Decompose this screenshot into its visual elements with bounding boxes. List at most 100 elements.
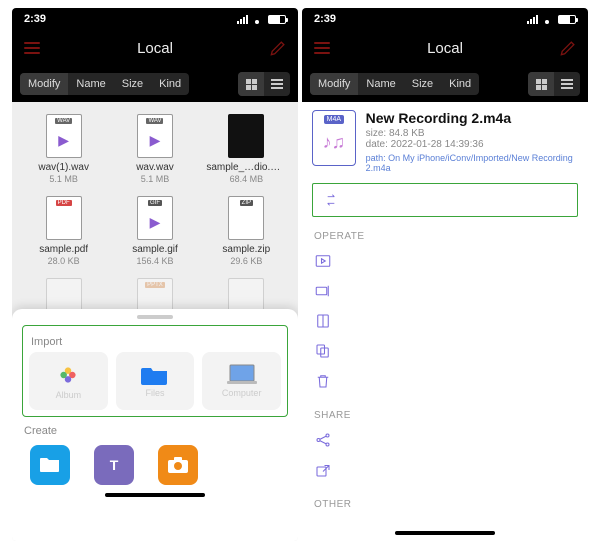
- file-size: size: 84.8 KB: [366, 128, 578, 139]
- file-meta: New Recording 2.m4a size: 84.8 KB date: …: [366, 110, 578, 173]
- list-icon: [271, 79, 283, 89]
- list-icon: [561, 79, 573, 89]
- import-files-label: Files: [146, 388, 165, 398]
- svg-text:T: T: [110, 457, 119, 473]
- wifi-icon: [252, 14, 264, 24]
- share-icon: [314, 431, 332, 449]
- create-camera-button[interactable]: [158, 445, 198, 485]
- bottom-sheet: Import Album Files: [12, 309, 298, 541]
- status-indicators: [527, 14, 576, 24]
- operate-play[interactable]: [312, 246, 578, 276]
- sort-tab-modify[interactable]: Modify: [20, 73, 68, 95]
- file-type-tag: PPTX: [145, 282, 165, 288]
- folder-icon: [141, 364, 169, 386]
- sort-tab-size[interactable]: Size: [404, 73, 441, 95]
- text-icon: T: [104, 455, 124, 475]
- file-size: 68.4 MB: [230, 174, 264, 184]
- file-thumbnail: WAV ▶: [137, 114, 173, 158]
- share-list: [312, 425, 578, 485]
- pencil-icon: [558, 38, 578, 58]
- import-section: Import Album Files: [22, 325, 288, 417]
- operate-copy[interactable]: [312, 336, 578, 366]
- file-item[interactable]: GIF▶sample.gif156.4 KB: [111, 192, 198, 270]
- file-name: sample.pdf: [39, 244, 88, 255]
- grid-view-button[interactable]: [238, 72, 264, 96]
- file-item[interactable]: PDF sample.pdf28.0 KB: [20, 192, 107, 270]
- edit-button[interactable]: [558, 38, 578, 58]
- share-action[interactable]: [312, 425, 578, 455]
- file-name: New Recording 2.m4a: [366, 110, 578, 126]
- import-files-button[interactable]: Files: [116, 352, 195, 410]
- edit-button[interactable]: [268, 38, 288, 58]
- file-name: sample.gif: [132, 244, 178, 255]
- wifi-icon: [542, 14, 554, 24]
- hamburger-icon: [314, 42, 330, 54]
- list-view-button[interactable]: [264, 72, 290, 96]
- operate-rename[interactable]: [312, 276, 578, 306]
- sort-tab-size[interactable]: Size: [114, 73, 151, 95]
- file-size: 29.6 KB: [230, 256, 262, 266]
- file-path: path: On My iPhone/iConv/Imported/New Re…: [366, 153, 578, 173]
- page-title: Local: [137, 40, 173, 57]
- create-text-button[interactable]: T: [94, 445, 134, 485]
- file-thumbnail: ZIP: [228, 196, 264, 240]
- menu-button[interactable]: [312, 38, 332, 58]
- trash-icon: [314, 372, 332, 390]
- export-icon: [314, 461, 332, 479]
- import-album-button[interactable]: Album: [29, 352, 108, 410]
- file-type-tag: M4A: [324, 115, 344, 124]
- file-item[interactable]: WAV▶wav.wav5.1 MB: [111, 110, 198, 188]
- file-name: sample.zip: [222, 244, 270, 255]
- play-glyph-icon: ▶: [150, 132, 161, 149]
- import-label: Import: [31, 336, 279, 348]
- share-export[interactable]: [312, 455, 578, 485]
- signal-icon: [527, 14, 538, 24]
- section-operate: OPERATE: [314, 231, 578, 242]
- convert-action-highlighted[interactable]: [312, 183, 578, 217]
- menu-button[interactable]: [22, 38, 42, 58]
- home-indicator: [105, 493, 205, 497]
- computer-icon: [227, 364, 257, 386]
- sort-tab-name[interactable]: Name: [68, 73, 113, 95]
- file-type-tag: ZIP: [240, 200, 253, 206]
- folder-white-icon: [39, 456, 61, 474]
- file-thumbnail: GIF▶: [137, 196, 173, 240]
- rename-icon: [314, 282, 332, 300]
- file-size: 28.0 KB: [48, 256, 80, 266]
- grid-icon: [536, 79, 547, 90]
- status-time: 2:39: [314, 13, 336, 25]
- create-row: T: [22, 441, 288, 485]
- file-info: M4A ♪♫ New Recording 2.m4a size: 84.8 KB…: [312, 110, 578, 173]
- nav-bar: Local: [12, 30, 298, 66]
- list-view-button[interactable]: [554, 72, 580, 96]
- battery-icon: [558, 15, 576, 24]
- sort-tab-modify[interactable]: Modify: [310, 73, 358, 95]
- left-screenshot: 2:39 Local Modify Name Size Kind: [12, 8, 298, 541]
- sort-tab-name[interactable]: Name: [358, 73, 403, 95]
- grid-icon: [246, 79, 257, 90]
- sort-tab-kind[interactable]: Kind: [151, 73, 189, 95]
- file-item[interactable]: WAV▶wav(1).wav5.1 MB: [20, 110, 107, 188]
- status-bar: 2:39: [12, 8, 298, 30]
- compress-icon: [314, 312, 332, 330]
- signal-icon: [237, 14, 248, 24]
- file-type-tag: WAV: [146, 118, 163, 124]
- convert-icon: [323, 192, 339, 208]
- file-type-tag: WAV: [55, 118, 72, 124]
- file-type-tag: GIF: [148, 200, 162, 206]
- grid-view-button[interactable]: [528, 72, 554, 96]
- operate-compress[interactable]: [312, 306, 578, 336]
- create-folder-button[interactable]: [30, 445, 70, 485]
- operate-delete[interactable]: [312, 366, 578, 396]
- file-item[interactable]: ZIP sample.zip29.6 KB: [203, 192, 290, 270]
- file-name: wav(1).wav: [38, 162, 89, 173]
- sort-tab-kind[interactable]: Kind: [441, 73, 479, 95]
- file-thumbnail: WAV▶: [46, 114, 82, 158]
- file-thumbnail: M4A ♪♫: [312, 110, 356, 166]
- import-computer-button[interactable]: Computer: [202, 352, 281, 410]
- sheet-handle[interactable]: [137, 315, 173, 319]
- file-item[interactable]: sample_…dio.mov68.4 MB: [203, 110, 290, 188]
- photos-icon: [55, 362, 81, 388]
- view-toggle: [238, 72, 290, 96]
- file-thumbnail: PDF: [46, 196, 82, 240]
